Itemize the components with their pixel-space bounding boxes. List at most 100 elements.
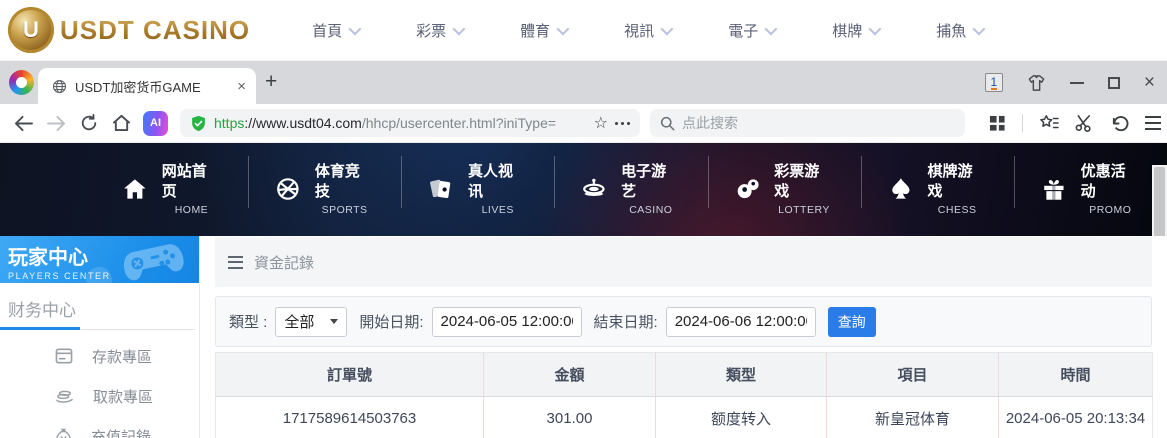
chevron-down-icon [660, 22, 674, 35]
tab-close-icon[interactable]: × [237, 78, 246, 95]
nav-item-sports[interactable]: 体育竞技 SPORTS [248, 156, 401, 217]
top-nav-item-sports[interactable]: 體育 [520, 20, 570, 41]
chevron-down-icon [556, 22, 570, 35]
undo-icon[interactable] [1110, 115, 1129, 132]
bookmark-star-icon[interactable]: ☆ [594, 113, 608, 133]
chevron-down-icon [452, 22, 466, 35]
select-arrow-icon [330, 319, 339, 324]
end-date-label: 結束日期: [593, 314, 658, 331]
query-button[interactable]: 查詢 [827, 306, 876, 337]
cards-icon [430, 180, 451, 199]
spade-icon [891, 178, 910, 200]
brand-initial: U [23, 17, 39, 42]
top-nav-label: 首頁 [312, 22, 343, 40]
page-title: 資金記錄 [254, 254, 315, 272]
nav-item-home[interactable]: 网站首页 HOME [95, 162, 248, 217]
menu-icon[interactable] [1145, 116, 1161, 130]
filter-panel: 類型 : 全部 開始日期: 結束日期: 查詢 [215, 296, 1152, 347]
cell-time: 2024-06-05 20:13:34 [998, 396, 1153, 438]
address-bar[interactable]: https://www.usdt04.com/hhcp/usercenter.h… [180, 109, 640, 137]
col-time: 時間 [998, 352, 1153, 397]
lottery-balls-icon [737, 179, 759, 199]
nav-item-lives[interactable]: 真人视讯 LIVES [401, 156, 554, 217]
refresh-button[interactable] [80, 114, 98, 132]
search-input[interactable] [682, 115, 932, 131]
chevron-down-icon [972, 22, 986, 35]
top-nav-item-lottery[interactable]: 彩票 [416, 20, 466, 41]
search-box[interactable] [650, 109, 965, 137]
globe-icon [52, 79, 67, 93]
nav-label-zh: 网站首页 [161, 163, 207, 201]
url-host: ://www.usdt04.com [244, 115, 362, 131]
sidebar-item-label: 存款專區 [92, 348, 153, 366]
forward-button[interactable] [47, 115, 66, 132]
favorites-list-icon[interactable] [1039, 114, 1059, 132]
new-tab-button[interactable]: + [265, 71, 277, 92]
gift-icon [1044, 180, 1064, 201]
nav-label-zh: 优惠活动 [1080, 163, 1126, 201]
nav-label-zh: 彩票游戏 [774, 163, 820, 201]
sidebar-item-withdraw[interactable]: 取款專區 [0, 376, 199, 416]
site-main-nav: 网站首页 HOME 体育竞技 SPORTS 真人视讯 LIVES 电子游艺 CASINO… [0, 143, 1167, 236]
window-count-badge[interactable]: 1 [984, 73, 1003, 92]
nav-label-en: CHESS [937, 203, 977, 216]
nav-item-lottery[interactable]: 彩票游戏 LOTTERY [707, 156, 861, 217]
chevron-down-icon [764, 22, 778, 35]
nav-label-en: HOME [174, 203, 209, 216]
theme-shirt-icon[interactable] [1027, 74, 1046, 92]
type-label: 類型 : [229, 314, 268, 331]
top-nav-label: 電子 [728, 22, 759, 40]
top-nav-item-chess[interactable]: 棋牌 [832, 20, 882, 41]
sidebar-item-recharge-record[interactable]: 充值記錄 [0, 416, 199, 438]
top-nav-item-video[interactable]: 視訊 [624, 20, 674, 41]
type-select[interactable]: 全部 [275, 306, 348, 337]
top-nav: 首頁 彩票 體育 視訊 電子 棋牌 捕魚 [312, 20, 986, 41]
url-more-icon[interactable] [615, 121, 630, 125]
url-path: /hhcp/usercenter.html?iniType= [361, 115, 557, 131]
close-window-button[interactable]: × [1144, 73, 1155, 92]
brand-logo[interactable]: U USDT CASINO [8, 7, 250, 53]
site-header: U USDT CASINO 首頁 彩票 體育 視訊 電子 棋牌 捕魚 [0, 0, 1167, 61]
home-button[interactable] [112, 114, 131, 132]
top-nav-item-home[interactable]: 首頁 [312, 20, 362, 41]
sidebar: 玩家中心 PLAYERS CENTER 财务中心 存款專區 取款專區 充值記錄 [0, 236, 200, 438]
sidebar-item-label: 取款專區 [93, 388, 154, 406]
search-icon [660, 116, 675, 130]
tab-title: USDT加密货币GAME [75, 79, 201, 95]
sidebar-item-deposit[interactable]: 存款專區 [0, 336, 199, 376]
browser-tab-strip: USDT加密货币GAME × + 1 × [0, 61, 1167, 104]
minimize-button[interactable] [1069, 81, 1084, 84]
apps-grid-icon[interactable] [989, 115, 1006, 132]
col-amount: 金額 [483, 352, 656, 397]
start-date-label: 開始日期: [359, 314, 424, 331]
nav-item-chess[interactable]: 棋牌游戏 CHESS [860, 156, 1014, 217]
col-order-number: 訂單號 [215, 352, 484, 397]
cell-amount: 301.00 [483, 396, 656, 438]
brand-name: USDT CASINO [60, 14, 251, 45]
start-date-input[interactable] [431, 306, 582, 337]
top-nav-item-fishing[interactable]: 捕魚 [936, 20, 986, 41]
deposit-icon [55, 348, 73, 364]
brand-logo-icon: U [8, 7, 54, 53]
back-button[interactable] [14, 115, 33, 132]
screenshot-scissors-icon[interactable] [1075, 114, 1094, 132]
players-center-header: 玩家中心 PLAYERS CENTER [0, 236, 199, 283]
nav-item-promo[interactable]: 优惠活动 PROMO [1013, 156, 1167, 217]
page-title-bar: 資金記錄 [215, 237, 1152, 287]
col-project: 項目 [826, 352, 999, 397]
main-panel: 資金記錄 類型 : 全部 開始日期: 結束日期: 查詢 訂單號 金額 類型 項目 [200, 236, 1167, 438]
sidebar-item-label: 充值記錄 [91, 428, 152, 438]
top-nav-label: 棋牌 [832, 22, 863, 40]
nav-item-casino[interactable]: 电子游艺 CASINO [554, 156, 707, 217]
maximize-button[interactable] [1107, 76, 1120, 89]
top-nav-item-slots[interactable]: 電子 [728, 20, 778, 41]
nav-label-zh: 棋牌游戏 [927, 163, 973, 201]
browser-tab[interactable]: USDT加密货币GAME × [38, 68, 256, 104]
cell-order-number: 1717589614503763 [215, 396, 484, 438]
browser-logo-icon[interactable] [9, 70, 34, 95]
end-date-input[interactable] [665, 306, 816, 337]
ai-assistant-button[interactable]: AI [143, 110, 168, 136]
security-shield-icon[interactable] [190, 115, 207, 132]
list-icon[interactable] [228, 255, 243, 269]
nav-label-zh: 真人视讯 [468, 163, 514, 201]
